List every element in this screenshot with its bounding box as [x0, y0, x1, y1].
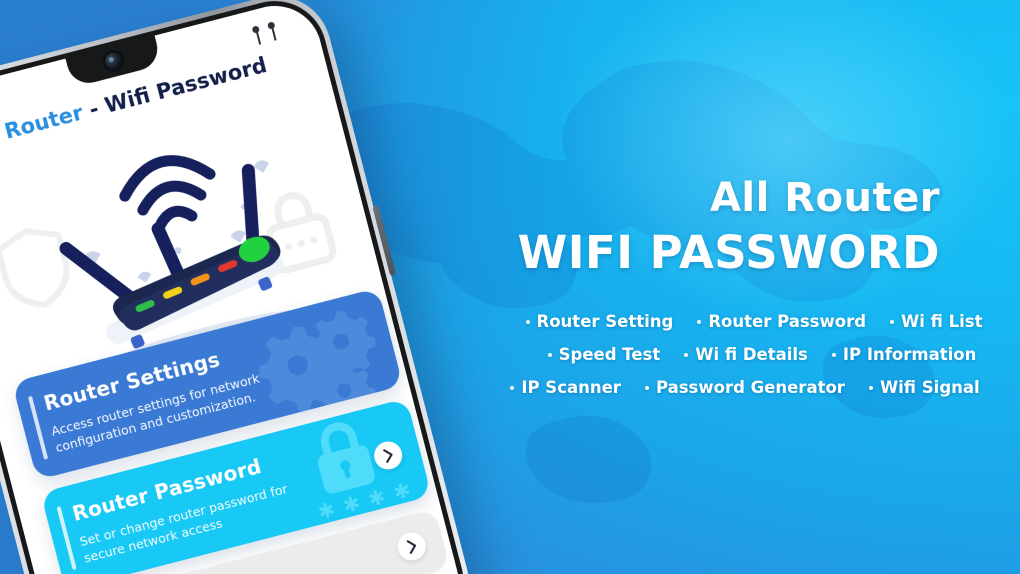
feature-item: IP Information — [831, 345, 977, 364]
feature-list: Router Setting Router Password Wi fi Lis… — [480, 312, 1010, 411]
app-ui: All Router - Wifi Password — [0, 0, 469, 574]
feature-item: Wi fi Details — [684, 345, 808, 364]
bullet-dot-icon — [510, 385, 515, 390]
feature-item: IP Scanner — [510, 378, 621, 397]
background-glow — [469, 0, 1020, 385]
phone-body: All Router - Wifi Password — [0, 0, 481, 574]
feature-label: Wifi Signal — [879, 378, 980, 397]
bullet-dot-icon — [890, 319, 895, 324]
feature-label: Speed Test — [558, 345, 661, 364]
bullet-dot-icon — [831, 352, 836, 357]
promo-banner: All Router WIFI PASSWORD Router Setting … — [0, 0, 1020, 574]
svg-text:✱: ✱ — [315, 497, 337, 524]
feature-item: Router Password — [697, 312, 866, 331]
feature-item: Router Setting — [525, 312, 674, 331]
bullet-dot-icon — [868, 385, 873, 390]
svg-text:✱: ✱ — [391, 477, 413, 504]
feature-item: Wi fi List — [890, 312, 982, 331]
promo-content: All Router WIFI PASSWORD Router Setting … — [470, 0, 1020, 574]
phone-mockup: All Router - Wifi Password — [0, 0, 520, 574]
phone-bezel: All Router - Wifi Password — [0, 0, 475, 574]
feature-row: Router Setting Router Password Wi fi Lis… — [480, 312, 1010, 331]
chevron-right-icon[interactable] — [394, 529, 429, 564]
feature-label: Wi fi Details — [695, 345, 808, 364]
svg-text:✱: ✱ — [366, 484, 388, 511]
feature-item: Password Generator — [644, 378, 845, 397]
bullet-dot-icon — [547, 352, 552, 357]
bullet-dot-icon — [525, 319, 530, 324]
feature-item: Speed Test — [547, 345, 661, 364]
feature-item: Wifi Signal — [868, 378, 980, 397]
svg-text:✱: ✱ — [340, 490, 362, 517]
feature-label: Wi fi List — [901, 312, 983, 331]
bullet-dot-icon — [644, 385, 649, 390]
feature-label: Router Setting — [536, 312, 674, 331]
feature-label: IP Information — [842, 345, 977, 364]
bullet-dot-icon — [684, 352, 689, 357]
feature-label: Router Password — [708, 312, 867, 331]
feature-label: IP Scanner — [521, 378, 621, 397]
headline-line-1: All Router — [709, 175, 940, 221]
feature-label: Password Generator — [655, 378, 845, 397]
feature-row: Speed Test Wi fi Details IP Information — [480, 345, 1010, 364]
headline-line-2: WIFI PASSWORD — [517, 226, 940, 279]
front-camera-icon — [103, 50, 125, 72]
bullet-dot-icon — [697, 319, 702, 324]
feature-row: IP Scanner Password Generator Wifi Signa… — [480, 378, 1010, 397]
phone-screen: All Router - Wifi Password — [0, 0, 469, 574]
